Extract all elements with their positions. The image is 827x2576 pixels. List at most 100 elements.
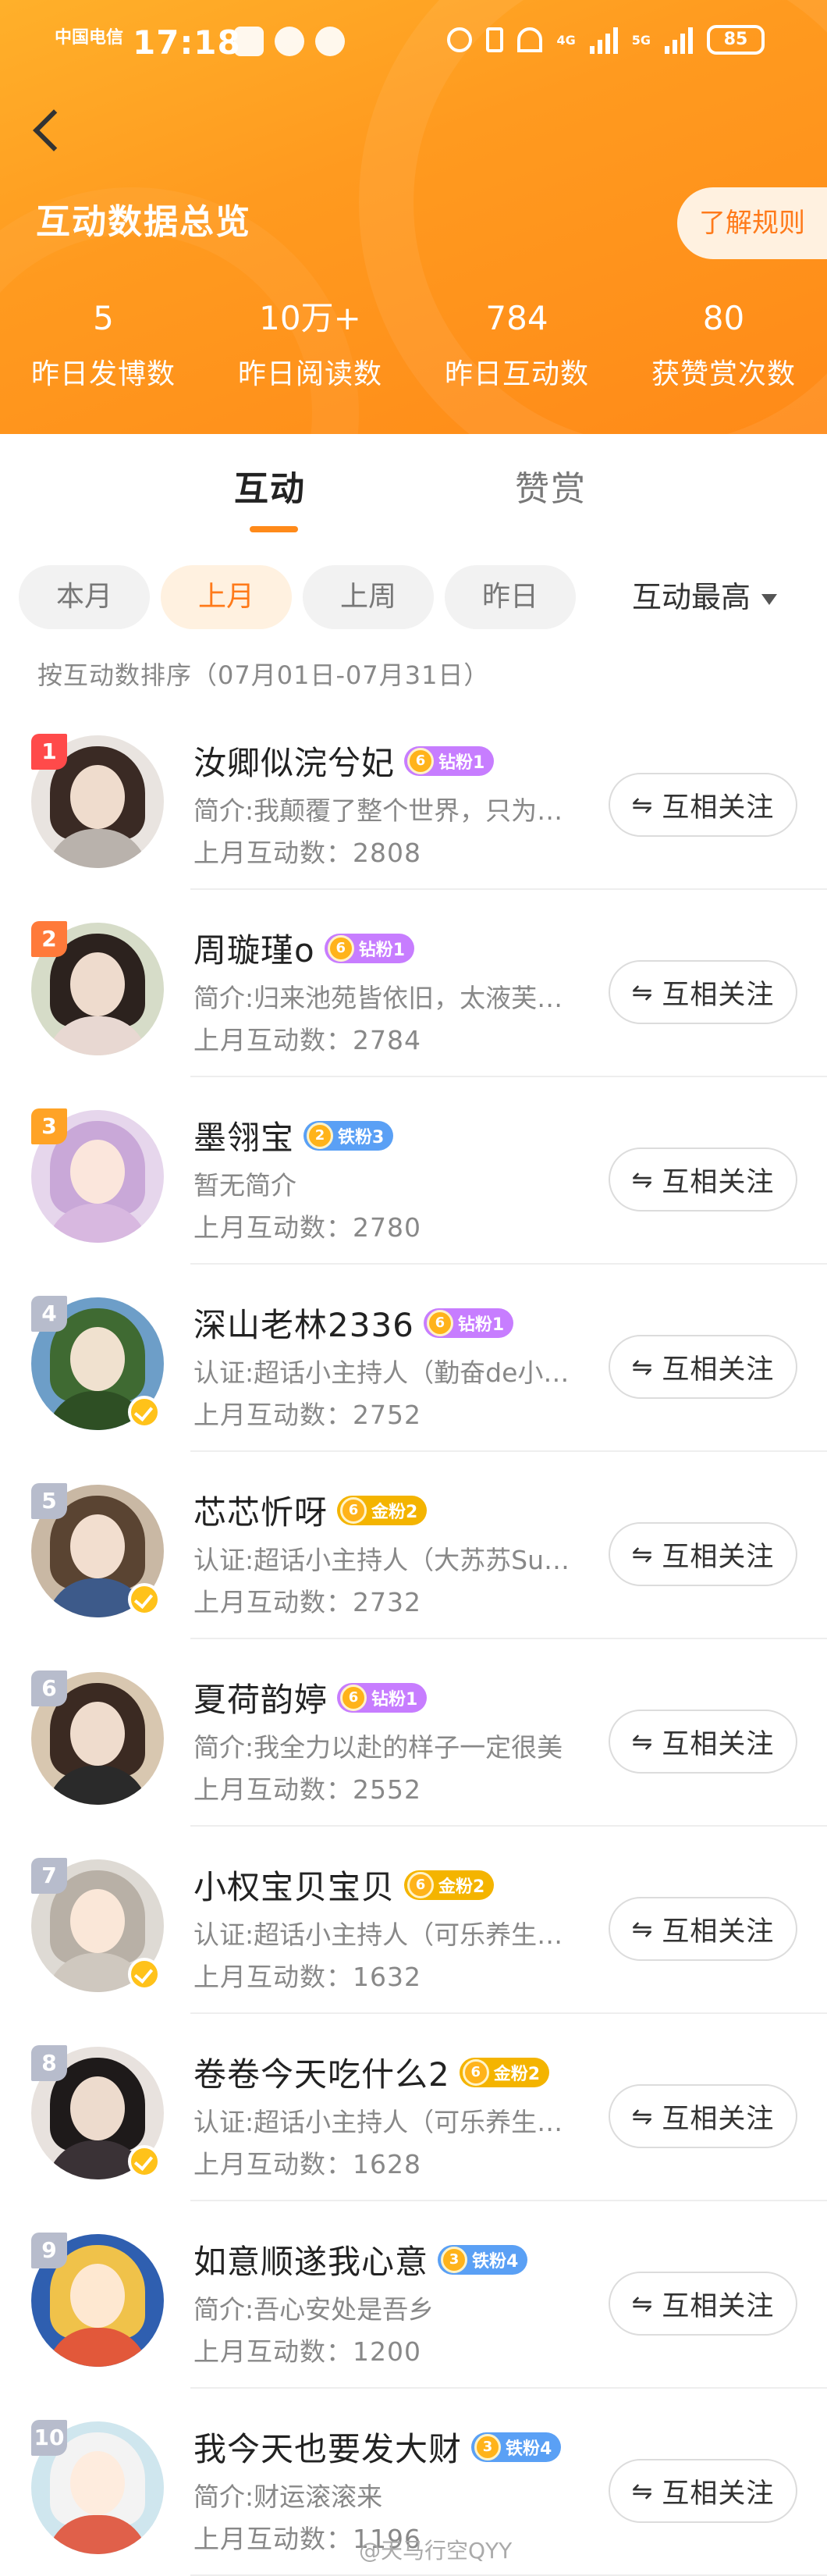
name-line: 周璇瑾o 6 钻粉1 bbox=[193, 924, 415, 972]
sort-dropdown[interactable]: 互动最高 bbox=[632, 565, 778, 629]
mutual-follow-icon: ⇋ bbox=[631, 1352, 653, 1382]
mutual-follow-label: 互相关注 bbox=[662, 2290, 775, 2322]
interaction-count: 上月互动数：2780 bbox=[193, 1212, 421, 1243]
weibo-icon bbox=[275, 27, 304, 56]
list-item[interactable]: 6 夏荷韵婷 6 钻粉1 简介:我全力以赴的样子一定很美 上月互动数：2552 ⇋ 互相关注 bbox=[0, 1639, 827, 1827]
fan-badge-label: 金粉2 bbox=[371, 1502, 418, 1522]
avatar-face bbox=[70, 2451, 125, 2515]
user-bio: 暂无简介 bbox=[193, 1170, 296, 1201]
user-name[interactable]: 深山老林2336 bbox=[193, 1299, 414, 1347]
fan-badge: 6 钻粉1 bbox=[337, 1682, 428, 1713]
mutual-follow-button[interactable]: ⇋ 互相关注 bbox=[609, 960, 797, 1024]
user-name[interactable]: 小权宝贝宝贝 bbox=[193, 1861, 395, 1909]
interaction-count: 上月互动数：2784 bbox=[193, 1025, 421, 1055]
stat-label: 昨日互动数 bbox=[444, 358, 589, 390]
list-item[interactable]: 8 卷卷今天吃什么2 6金粉2 认证:超话小主持人（可乐养生堂超话） 上月互动数：162… bbox=[0, 2014, 827, 2201]
mutual-follow-button[interactable]: ⇋ 互相关注 bbox=[609, 1335, 797, 1399]
list-item[interactable]: 5 芯芯忻呀 6金粉2 认证:超话小主持人（大苏苏Sunny超话） 上月互动数：2732… bbox=[0, 1452, 827, 1639]
stat-label: 获赞赏次数 bbox=[651, 358, 796, 390]
watermark: @天马行空QYY bbox=[359, 2538, 513, 2564]
status-bar: 中国电信 17:18 4G 5G 85 bbox=[0, 0, 827, 86]
mutual-follow-button[interactable]: ⇋ 互相关注 bbox=[609, 773, 797, 837]
user-name[interactable]: 如意顺遂我心意 bbox=[193, 2236, 428, 2283]
interaction-count: 上月互动数：2752 bbox=[193, 1400, 421, 1430]
tab-reward[interactable]: 赞赏 bbox=[515, 461, 587, 511]
header-banner: 中国电信 17:18 4G 5G 85 互动数据总览 了解规则 5 昨日发博数 … bbox=[0, 0, 827, 434]
mutual-follow-button[interactable]: ⇋ 互相关注 bbox=[609, 1522, 797, 1586]
stat-value: 80 bbox=[702, 299, 745, 337]
notification-icons bbox=[234, 27, 345, 56]
verified-icon bbox=[128, 1396, 161, 1429]
sort-dropdown-label: 互动最高 bbox=[632, 580, 751, 614]
nfc-icon bbox=[234, 27, 264, 56]
user-name[interactable]: 卷卷今天吃什么2 bbox=[193, 2048, 450, 2096]
list-item[interactable]: 4 深山老林2336 6钻粉1 认证:超话小主持人（勤奋de小蜜蜂超话） 上月互动数：2… bbox=[0, 1265, 827, 1452]
name-line: 汝卿似浣兮妃 6 钻粉1 bbox=[193, 737, 495, 785]
stat-posts: 5 昨日发博数 bbox=[0, 297, 207, 392]
fan-badge: 2 铁粉3 bbox=[303, 1120, 394, 1151]
mutual-follow-button[interactable]: ⇋ 互相关注 bbox=[609, 1147, 797, 1212]
avatar-face bbox=[70, 2264, 125, 2328]
list-item[interactable]: 1 汝卿似浣兮妃 6钻粉1 简介:我颠覆了整个世界，只为摆正你的倒影上月互动数：280… bbox=[0, 703, 827, 890]
crown-icon: 6 bbox=[340, 1684, 367, 1711]
rank-badge: 4 bbox=[31, 1296, 67, 1332]
clock: 17:18 bbox=[133, 23, 241, 62]
verified-icon bbox=[128, 1583, 161, 1616]
filter-yesterday[interactable]: 昨日 bbox=[445, 565, 576, 629]
tab-bar: 互动 赞赏 bbox=[0, 453, 827, 539]
mutual-follow-button[interactable]: ⇋ 互相关注 bbox=[609, 2459, 797, 2523]
user-name[interactable]: 周璇瑾o bbox=[193, 924, 315, 972]
user-bio: 简介:归来池苑皆依旧，太液芙蓉未央柳 bbox=[193, 983, 584, 1013]
user-name[interactable]: 墨翎宝 bbox=[193, 1112, 294, 1159]
caret-down-icon bbox=[761, 593, 778, 605]
name-line: 深山老林2336 6 钻粉1 bbox=[193, 1299, 514, 1347]
fan-badge-label: 钻粉1 bbox=[358, 940, 406, 960]
list-item[interactable]: 2 周璇瑾o 6钻粉1 简介:归来池苑皆依旧，太液芙蓉未央柳上月互动数：2784 ⇋ 互相… bbox=[0, 890, 827, 1077]
mutual-follow-label: 互相关注 bbox=[662, 1541, 775, 1573]
mutual-follow-icon: ⇋ bbox=[631, 2476, 653, 2506]
sort-description: 按互动数排序（07月01日-07月31日） bbox=[37, 660, 490, 690]
stat-label: 昨日阅读数 bbox=[237, 358, 382, 390]
user-bio: 简介:财运滚滚来 bbox=[193, 2482, 383, 2512]
mutual-follow-label: 互相关注 bbox=[662, 1354, 775, 1386]
avatar-face bbox=[70, 1702, 125, 1766]
stat-value: 10万+ bbox=[259, 299, 361, 337]
list-item[interactable]: 3 墨翎宝 2 铁粉3 暂无简介 上月互动数：2780 ⇋ 互相关注 bbox=[0, 1077, 827, 1265]
mutual-follow-icon: ⇋ bbox=[631, 2101, 653, 2131]
interaction-count: 上月互动数：2552 bbox=[193, 1774, 421, 1805]
user-name[interactable]: 夏荷韵婷 bbox=[193, 1674, 328, 1721]
mutual-follow-icon: ⇋ bbox=[631, 1165, 653, 1194]
user-name[interactable]: 汝卿似浣兮妃 bbox=[193, 737, 395, 785]
learn-rules-button[interactable]: 了解规则 bbox=[677, 187, 827, 259]
back-arrow-icon[interactable] bbox=[23, 98, 70, 161]
avatar-face bbox=[70, 952, 125, 1016]
mutual-follow-button[interactable]: ⇋ 互相关注 bbox=[609, 2084, 797, 2148]
time-filter-bar: 本月 上月 上周 昨日 互动最高 bbox=[0, 559, 827, 629]
crown-icon: 6 bbox=[462, 2058, 489, 2086]
filter-this-month[interactable]: 本月 bbox=[19, 565, 150, 629]
rank-badge: 2 bbox=[31, 921, 67, 957]
fan-badge: 3 铁粉4 bbox=[471, 2432, 562, 2462]
user-name[interactable]: 芯芯忻呀 bbox=[193, 1486, 328, 1534]
rank-badge: 9 bbox=[31, 2233, 67, 2268]
avatar-face bbox=[70, 1327, 125, 1391]
mutual-follow-icon: ⇋ bbox=[631, 1727, 653, 1756]
crown-icon: 3 bbox=[474, 2433, 502, 2460]
fan-badge-label: 金粉2 bbox=[438, 1877, 485, 1897]
mutual-follow-button[interactable]: ⇋ 互相关注 bbox=[609, 1710, 797, 1774]
rank-badge: 1 bbox=[31, 734, 67, 770]
fan-badge: 6 钻粉1 bbox=[404, 745, 495, 776]
carrier-label: 中国电信 bbox=[55, 28, 124, 48]
list-item[interactable]: 9 如意顺遂我心意 3 铁粉4 简介:吾心安处是吾乡 上月互动数：1200 ⇋ 互相关注 bbox=[0, 2201, 827, 2389]
mutual-follow-label: 互相关注 bbox=[662, 2103, 775, 2135]
alarm-icon bbox=[447, 27, 473, 52]
filter-last-week[interactable]: 上周 bbox=[303, 565, 434, 629]
user-name[interactable]: 我今天也要发大财 bbox=[193, 2423, 462, 2471]
filter-last-month[interactable]: 上月 bbox=[161, 565, 292, 629]
user-bio: 简介:吾心安处是吾乡 bbox=[193, 2294, 435, 2325]
verified-icon bbox=[128, 1958, 161, 1991]
mutual-follow-button[interactable]: ⇋ 互相关注 bbox=[609, 1897, 797, 1961]
tab-interact[interactable]: 互动 bbox=[234, 461, 306, 511]
list-item[interactable]: 7 小权宝贝宝贝 6金粉2 认证:超话小主持人（可乐养生堂超话） 上月互动数：1632 ⇋… bbox=[0, 1827, 827, 2014]
mutual-follow-button[interactable]: ⇋ 互相关注 bbox=[609, 2272, 797, 2336]
